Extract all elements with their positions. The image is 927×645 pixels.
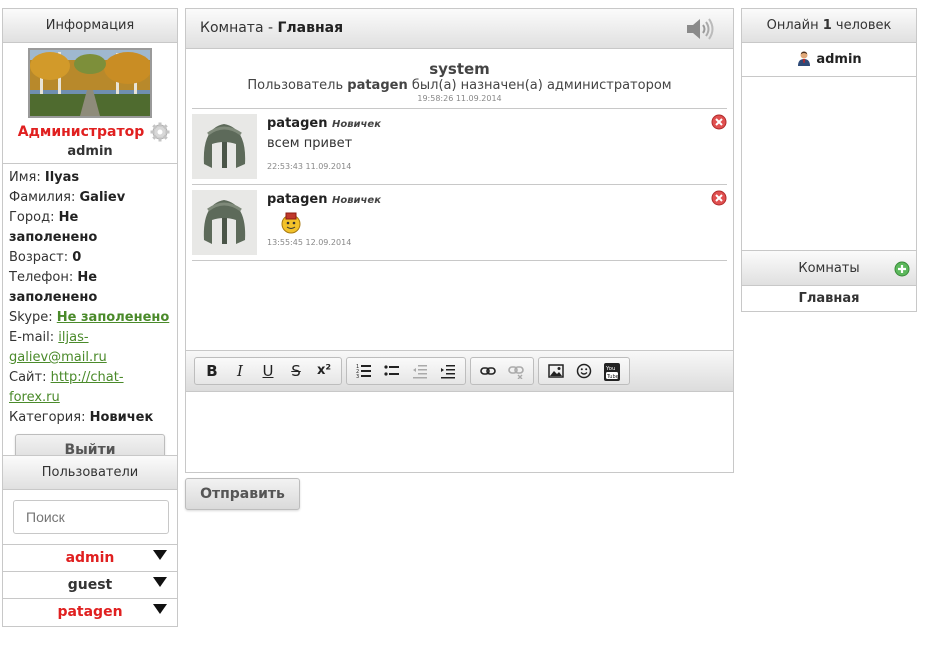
author-rank: Новичек [331,195,381,206]
svg-text:Tube: Tube [606,374,619,380]
chat-message: patagen Новичек всем привет 22:53:43 11.… [192,109,727,185]
users-panel-title: Пользователи [3,456,177,490]
user-icon [798,51,811,66]
unlink-icon[interactable] [502,358,530,384]
underline-button[interactable]: U [254,358,282,384]
online-user-admin[interactable]: admin [742,43,916,77]
system-author: system [429,60,490,78]
field-age: Возраст: 0 [9,250,82,265]
svg-text:You: You [605,366,615,372]
svg-text:3: 3 [356,374,359,379]
system-message: system Пользователь patagen был(а) назна… [192,49,727,109]
strikethrough-button[interactable]: S [282,358,310,384]
indent-icon[interactable] [434,358,462,384]
smiley-icon[interactable] [570,358,598,384]
message-text: всем привет [267,136,353,151]
profile-avatar [28,48,152,118]
users-panel: Пользователи admin guest patagen [2,455,178,627]
skype-link[interactable]: Не заполенено [57,310,170,325]
message-author: patagen Новичек [267,192,381,207]
link-icon[interactable] [474,358,502,384]
delete-message-icon[interactable] [711,190,727,206]
online-panel-title: Онлайн 1 человек [742,9,916,43]
field-last-name: Фамилия: Galiev [9,190,126,205]
delete-message-icon[interactable] [711,114,727,130]
system-text: Пользователь patagen был(а) назначен(а) … [247,78,672,93]
info-panel: Информация Администратор admin Имя: Ilya… [2,8,178,466]
system-timestamp: 19:58:26 11.09.2014 [417,94,502,103]
field-email: E-mail: iljas-galiev@mail.ru [9,330,107,365]
bullet-list-icon[interactable] [378,358,406,384]
youtube-icon[interactable]: You Tube [598,358,626,384]
outdent-icon[interactable] [406,358,434,384]
user-row-admin[interactable]: admin [3,545,177,572]
helmet-avatar [192,114,257,179]
dropdown-arrow-icon[interactable] [153,604,167,614]
room-title: Главная [277,20,344,36]
send-button[interactable]: Отправить [185,478,300,510]
user-name: patagen [57,604,123,620]
message-editor[interactable] [186,392,733,472]
field-city: Город: Не заполенено [9,210,98,245]
info-panel-title: Информация [3,9,177,43]
rooms-header: Комнаты [742,250,916,286]
emoji-sticker-icon [281,212,301,234]
dropdown-arrow-icon[interactable] [153,550,167,560]
author-rank: Новичек [331,119,381,130]
field-first-name: Имя: Ilyas [9,170,80,185]
italic-button[interactable]: I [226,358,254,384]
image-icon[interactable] [542,358,570,384]
online-count: 1 [822,18,832,33]
user-row-patagen[interactable]: patagen [3,599,177,626]
dropdown-arrow-icon[interactable] [153,577,167,587]
chat-message: patagen Новичек 13:55:45 12.09.2014 [192,185,727,261]
field-phone: Телефон: Не заполенено [9,270,98,305]
profile-details: Имя: Ilyas Фамилия: Galiev Город: Не зап… [3,164,177,428]
profile-username: admin [3,144,177,164]
online-panel: Онлайн 1 человек admin Комнаты Главная [741,8,917,312]
user-row-guest[interactable]: guest [3,572,177,599]
user-search-input[interactable] [13,500,169,534]
role-label: Администратор [17,124,145,140]
room-item-main[interactable]: Главная [742,286,916,312]
numbered-list-icon[interactable]: 123 [350,358,378,384]
chat-panel: Комната - Главная system Пользователь pa… [185,8,734,473]
user-name: guest [67,577,113,593]
superscript-button[interactable]: x² [310,358,338,384]
user-name: admin [65,550,115,566]
message-timestamp: 22:53:43 11.09.2014 [267,162,352,171]
chat-header: Комната - Главная [186,9,733,49]
add-room-icon[interactable] [894,261,910,277]
field-category: Категория: Новичек [9,410,154,425]
message-author: patagen Новичек [267,116,381,131]
field-skype: Skype: Не заполенено [9,310,170,325]
bold-button[interactable]: B [198,358,226,384]
editor-toolbar: B I U S x² 123 You Tube [186,350,733,392]
message-timestamp: 13:55:45 12.09.2014 [267,238,352,247]
sound-toggle-icon[interactable] [685,16,717,42]
field-site: Сайт: http://chat-forex.ru [9,370,124,405]
helmet-avatar [192,190,257,255]
gear-icon[interactable] [150,122,170,142]
rooms-title: Комнаты [798,261,860,276]
